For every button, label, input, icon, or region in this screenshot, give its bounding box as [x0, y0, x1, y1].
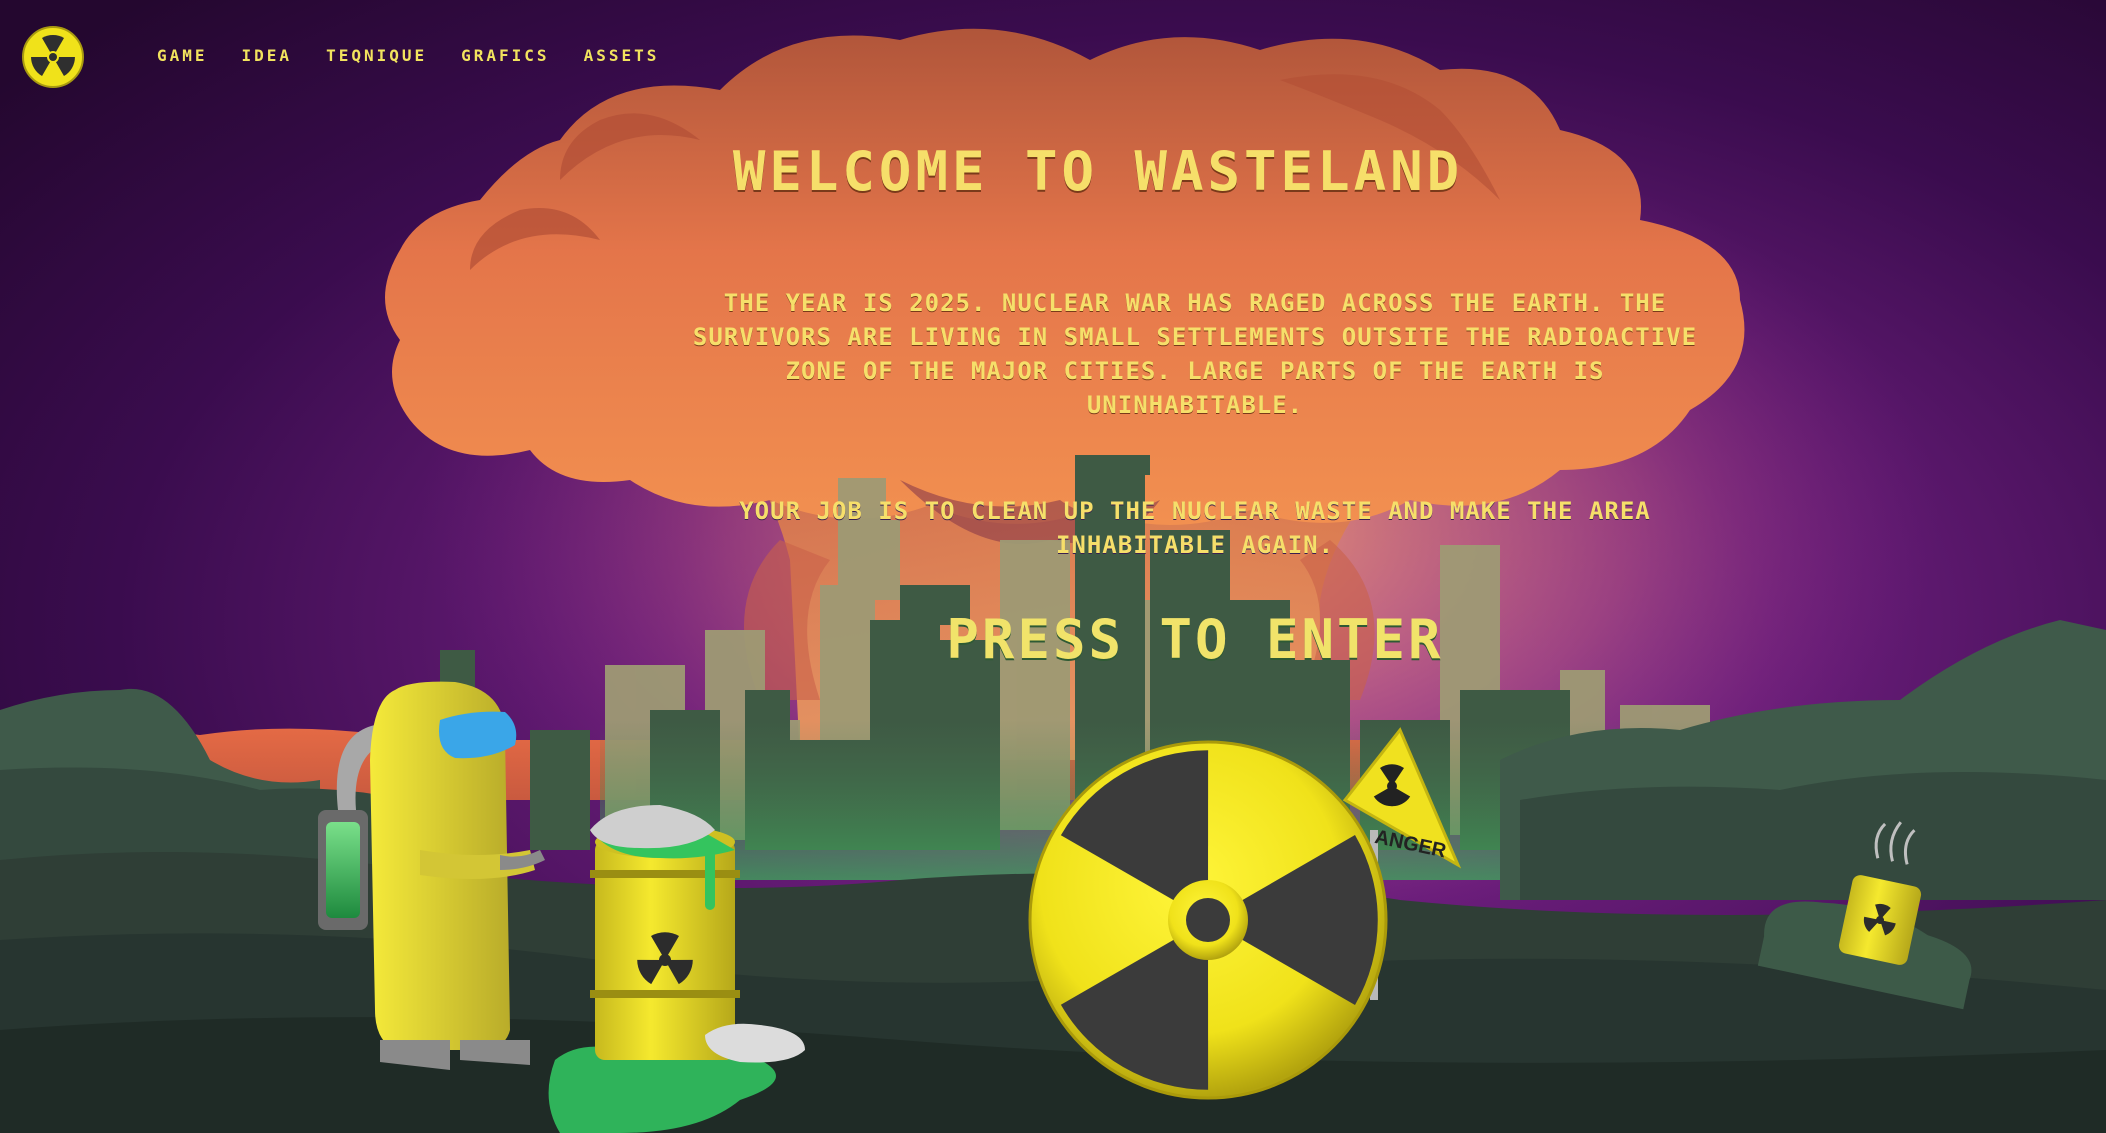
nav-link-game[interactable]: GAME [157, 46, 208, 65]
stage: ANGER GAME IDEA TEQNIQUE GRAFICS ASSETS … [0, 0, 2106, 1133]
nav-link-teqnique[interactable]: TEQNIQUE [326, 46, 427, 65]
nav-links: GAME IDEA TEQNIQUE GRAFICS ASSETS [157, 46, 659, 65]
nav-link-idea[interactable]: IDEA [242, 46, 293, 65]
enter-button[interactable]: PRESS TO ENTER [900, 604, 1490, 674]
radiation-icon[interactable] [22, 26, 84, 88]
intro-text: THE YEAR IS 2025. NUCLEAR WAR HAS RAGED … [692, 289, 1698, 419]
page-title: WELCOME TO WASTELAND [732, 140, 1464, 203]
top-nav: GAME IDEA TEQNIQUE GRAFICS ASSETS [0, 0, 2106, 110]
nav-link-assets[interactable]: ASSETS [584, 46, 660, 65]
nav-link-grafics[interactable]: GRAFICS [461, 46, 549, 65]
mission-text: YOUR JOB IS TO CLEAN UP THE NUCLEAR WAST… [739, 497, 1651, 559]
